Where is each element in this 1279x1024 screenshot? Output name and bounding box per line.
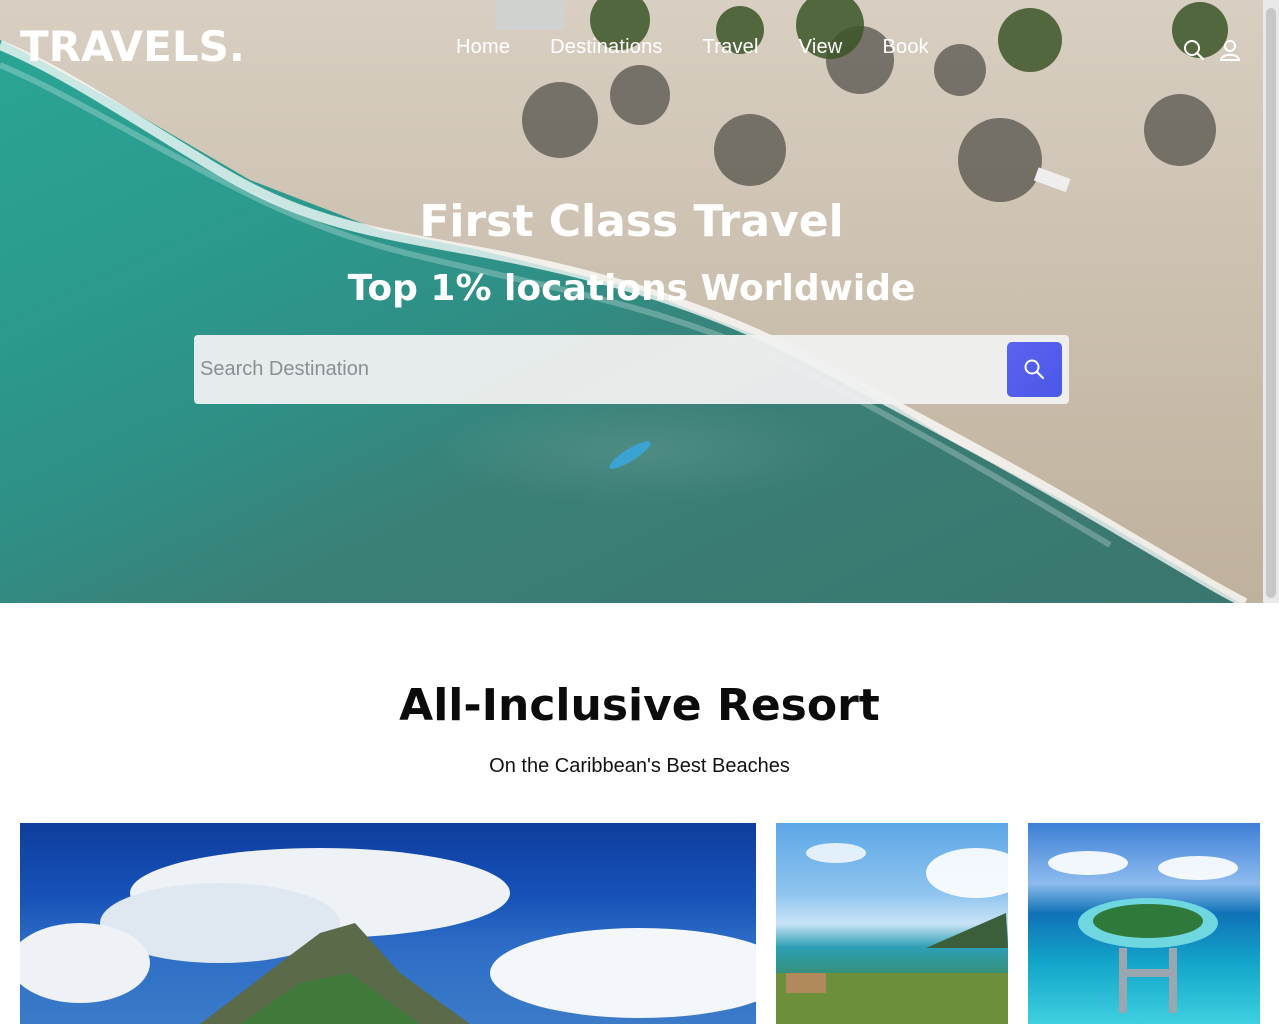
main-nav: Home Destinations Travel View Book — [456, 36, 969, 59]
resort-image-mountain[interactable] — [20, 823, 756, 1024]
search-button[interactable] — [1007, 342, 1062, 397]
resort-image-lagoon[interactable] — [776, 823, 1008, 1024]
section-title: All-Inclusive Resort — [399, 680, 880, 731]
header-icons — [1183, 38, 1241, 62]
search-bar — [194, 335, 1069, 404]
hero-banner: TRAVELS. Home Destinations Travel View B… — [0, 0, 1263, 603]
nav-travel[interactable]: Travel — [703, 36, 759, 59]
search-icon — [1024, 359, 1045, 380]
nav-view[interactable]: View — [799, 36, 843, 59]
mountain-island-image — [20, 848, 756, 1024]
search-icon[interactable] — [1183, 38, 1205, 62]
site-logo[interactable]: TRAVELS. — [20, 22, 245, 71]
nav-home[interactable]: Home — [456, 36, 510, 59]
lagoon-image — [776, 843, 1008, 1024]
nav-destinations[interactable]: Destinations — [550, 36, 662, 59]
hero-title: First Class Travel — [419, 196, 844, 247]
search-input[interactable] — [200, 349, 1000, 389]
atoll-image — [1048, 851, 1238, 1013]
section-subtitle: On the Caribbean's Best Beaches — [489, 755, 790, 777]
nav-book[interactable]: Book — [882, 36, 928, 59]
user-icon[interactable] — [1219, 38, 1241, 62]
scrollbar-thumb[interactable] — [1266, 8, 1276, 598]
resort-image-atoll[interactable] — [1028, 823, 1260, 1024]
hero-subtitle: Top 1% locations Worldwide — [347, 268, 916, 309]
